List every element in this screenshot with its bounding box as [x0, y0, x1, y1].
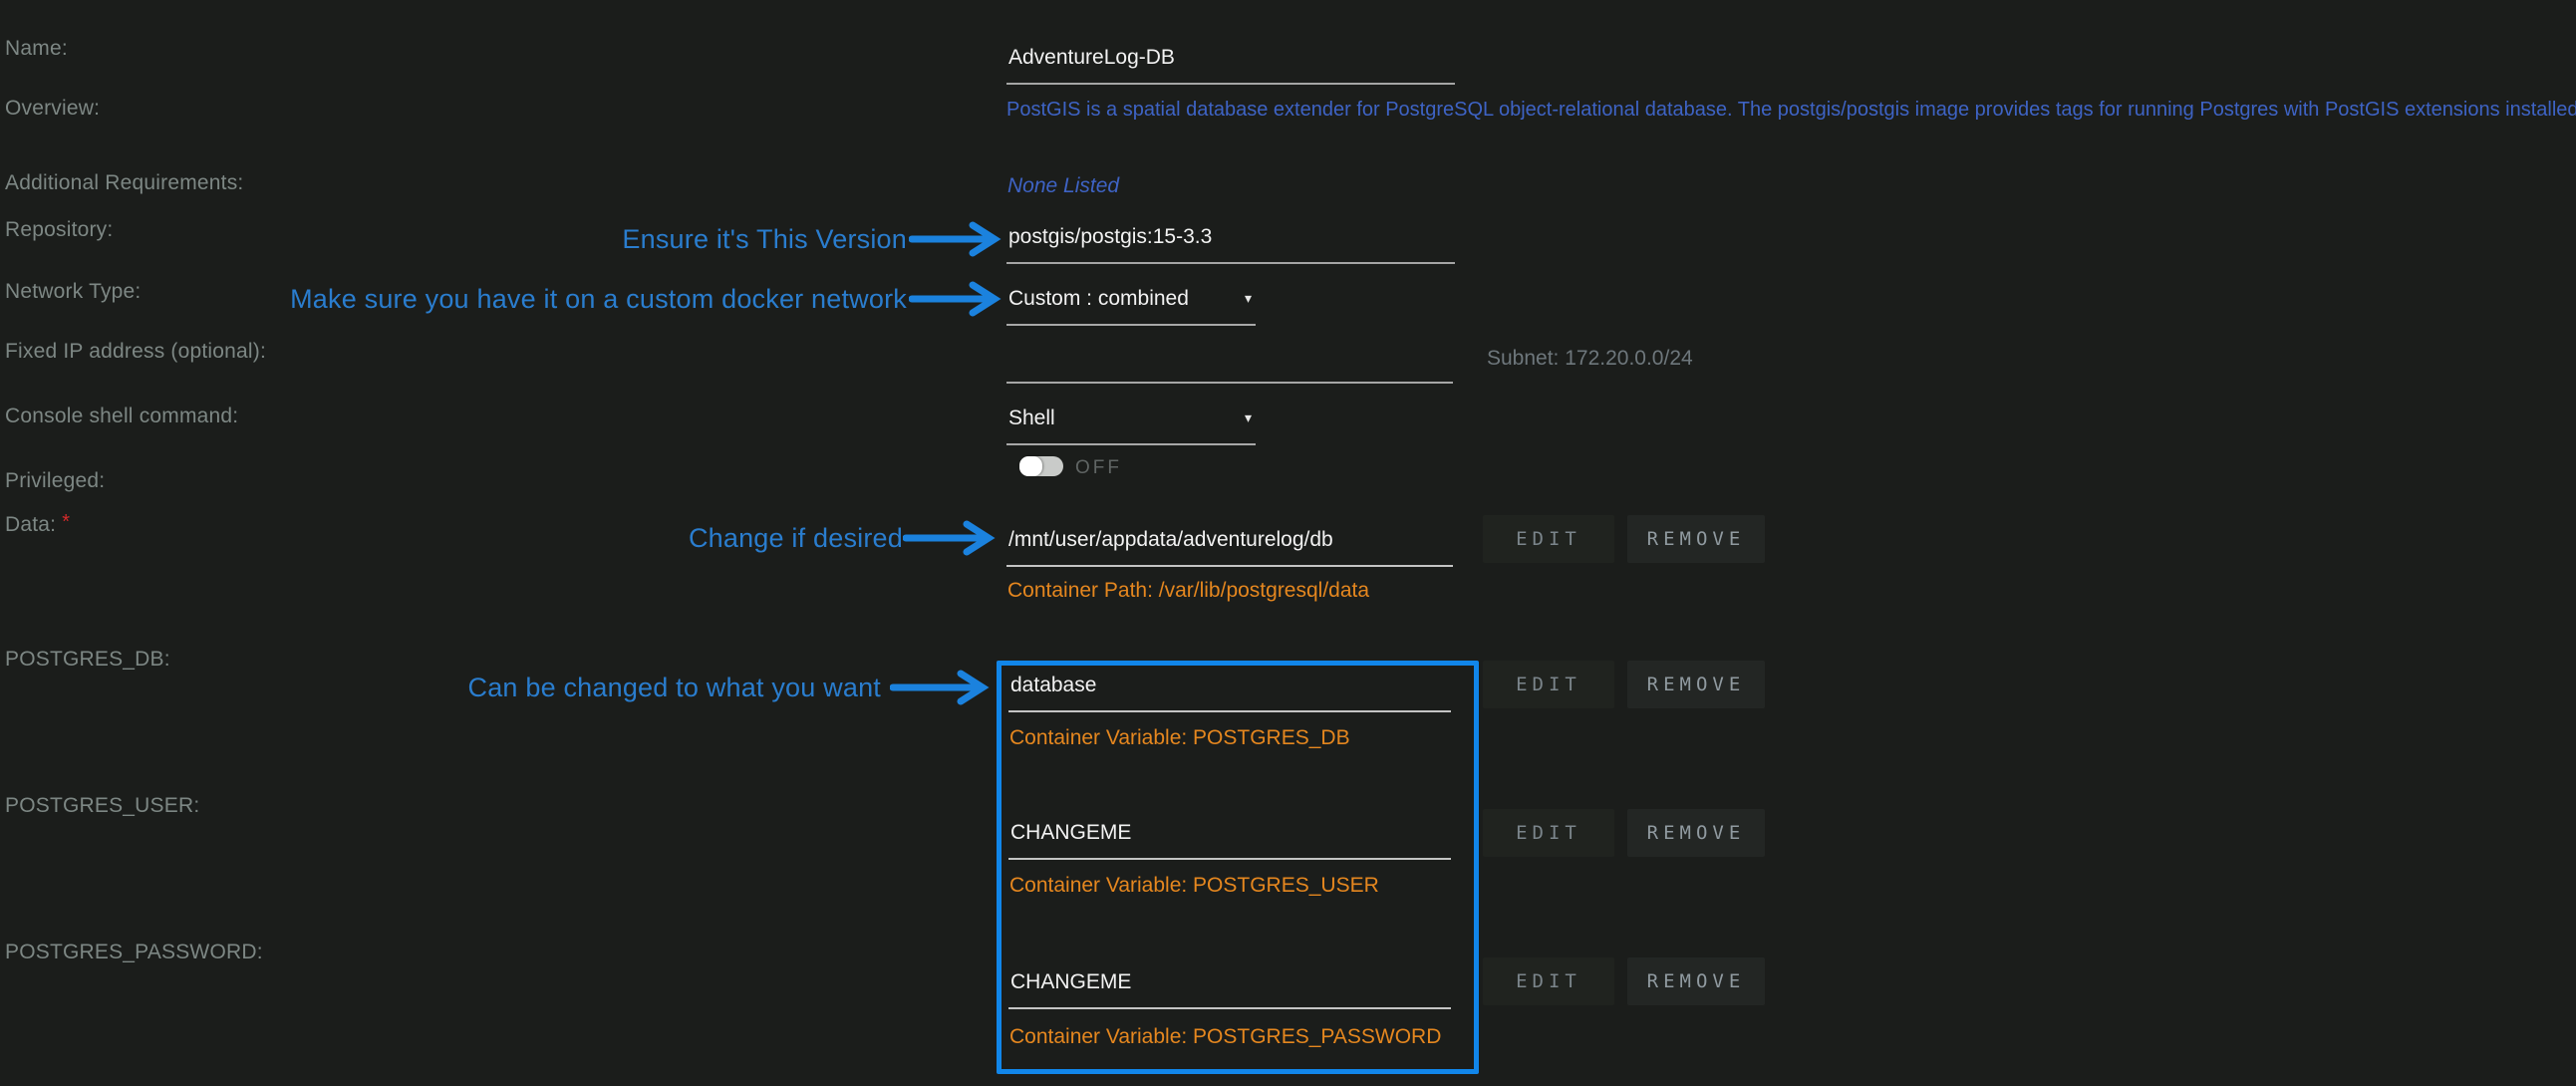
annotation-network-custom: Make sure you have it on a custom docker…	[259, 286, 907, 313]
repository-input[interactable]	[1006, 225, 1455, 264]
postgres-password-edit-button[interactable]: EDIT	[1483, 957, 1614, 1005]
postgres-user-edit-button[interactable]: EDIT	[1483, 809, 1614, 857]
network-type-select[interactable]: Custom : combined ▾	[1006, 287, 1256, 326]
arrow-right-icon	[890, 668, 995, 707]
postgres-password-label: POSTGRES_PASSWORD:	[5, 942, 263, 962]
docker-container-settings-page: Name: Overview: Additional Requirements:…	[0, 0, 2576, 1086]
console-shell-select[interactable]: Shell ▾	[1006, 407, 1256, 445]
name-input[interactable]	[1006, 46, 1455, 85]
additional-requirements-value: None Listed	[1007, 175, 1119, 196]
postgres-user-input[interactable]	[1008, 821, 1451, 860]
toggle-knob	[1019, 456, 1042, 476]
annotation-repository-version: Ensure it's This Version	[399, 226, 907, 253]
privileged-label: Privileged:	[5, 470, 105, 491]
privileged-state-label: OFF	[1075, 458, 1122, 477]
annotation-postgres-db: Can be changed to what you want	[446, 675, 881, 701]
postgres-db-container-variable: Container Variable: POSTGRES_DB	[1009, 727, 1350, 748]
data-remove-button[interactable]: REMOVE	[1627, 515, 1765, 563]
network-type-label: Network Type:	[5, 281, 141, 302]
annotation-data-change: Change if desired	[498, 525, 903, 552]
data-host-path-input[interactable]	[1006, 528, 1453, 567]
fixed-ip-input[interactable]	[1006, 345, 1453, 384]
postgres-user-label: POSTGRES_USER:	[5, 795, 199, 816]
arrow-right-icon	[909, 279, 1006, 319]
console-shell-label: Console shell command:	[5, 406, 238, 426]
additional-requirements-label: Additional Requirements:	[5, 172, 243, 193]
fixed-ip-label: Fixed IP address (optional):	[5, 341, 266, 362]
required-asterisk: *	[62, 511, 70, 533]
data-edit-button[interactable]: EDIT	[1483, 515, 1614, 563]
postgres-user-remove-button[interactable]: REMOVE	[1627, 809, 1765, 857]
network-type-selected-value: Custom : combined	[1008, 287, 1189, 311]
data-container-path: Container Path: /var/lib/postgresql/data	[1007, 580, 1369, 601]
arrow-right-icon	[909, 219, 1006, 259]
chevron-down-icon: ▾	[1245, 287, 1252, 307]
postgres-user-container-variable: Container Variable: POSTGRES_USER	[1009, 875, 1379, 896]
highlight-box	[997, 661, 1479, 1074]
data-label: Data:*	[5, 514, 70, 535]
arrow-right-icon	[903, 518, 1001, 558]
postgres-password-container-variable: Container Variable: POSTGRES_PASSWORD	[1009, 1026, 1441, 1047]
overview-text: PostGIS is a spatial database extender f…	[1006, 100, 2576, 120]
overview-label: Overview:	[5, 98, 100, 119]
postgres-db-input[interactable]	[1008, 674, 1451, 712]
name-label: Name:	[5, 38, 68, 59]
postgres-password-remove-button[interactable]: REMOVE	[1627, 957, 1765, 1005]
postgres-password-input[interactable]	[1008, 970, 1451, 1009]
privileged-toggle[interactable]	[1019, 456, 1063, 476]
postgres-db-edit-button[interactable]: EDIT	[1483, 661, 1614, 708]
chevron-down-icon: ▾	[1245, 407, 1252, 426]
postgres-db-label: POSTGRES_DB:	[5, 649, 170, 670]
subnet-note: Subnet: 172.20.0.0/24	[1487, 348, 1693, 369]
console-shell-selected-value: Shell	[1008, 407, 1055, 430]
repository-label: Repository:	[5, 219, 113, 240]
postgres-db-remove-button[interactable]: REMOVE	[1627, 661, 1765, 708]
